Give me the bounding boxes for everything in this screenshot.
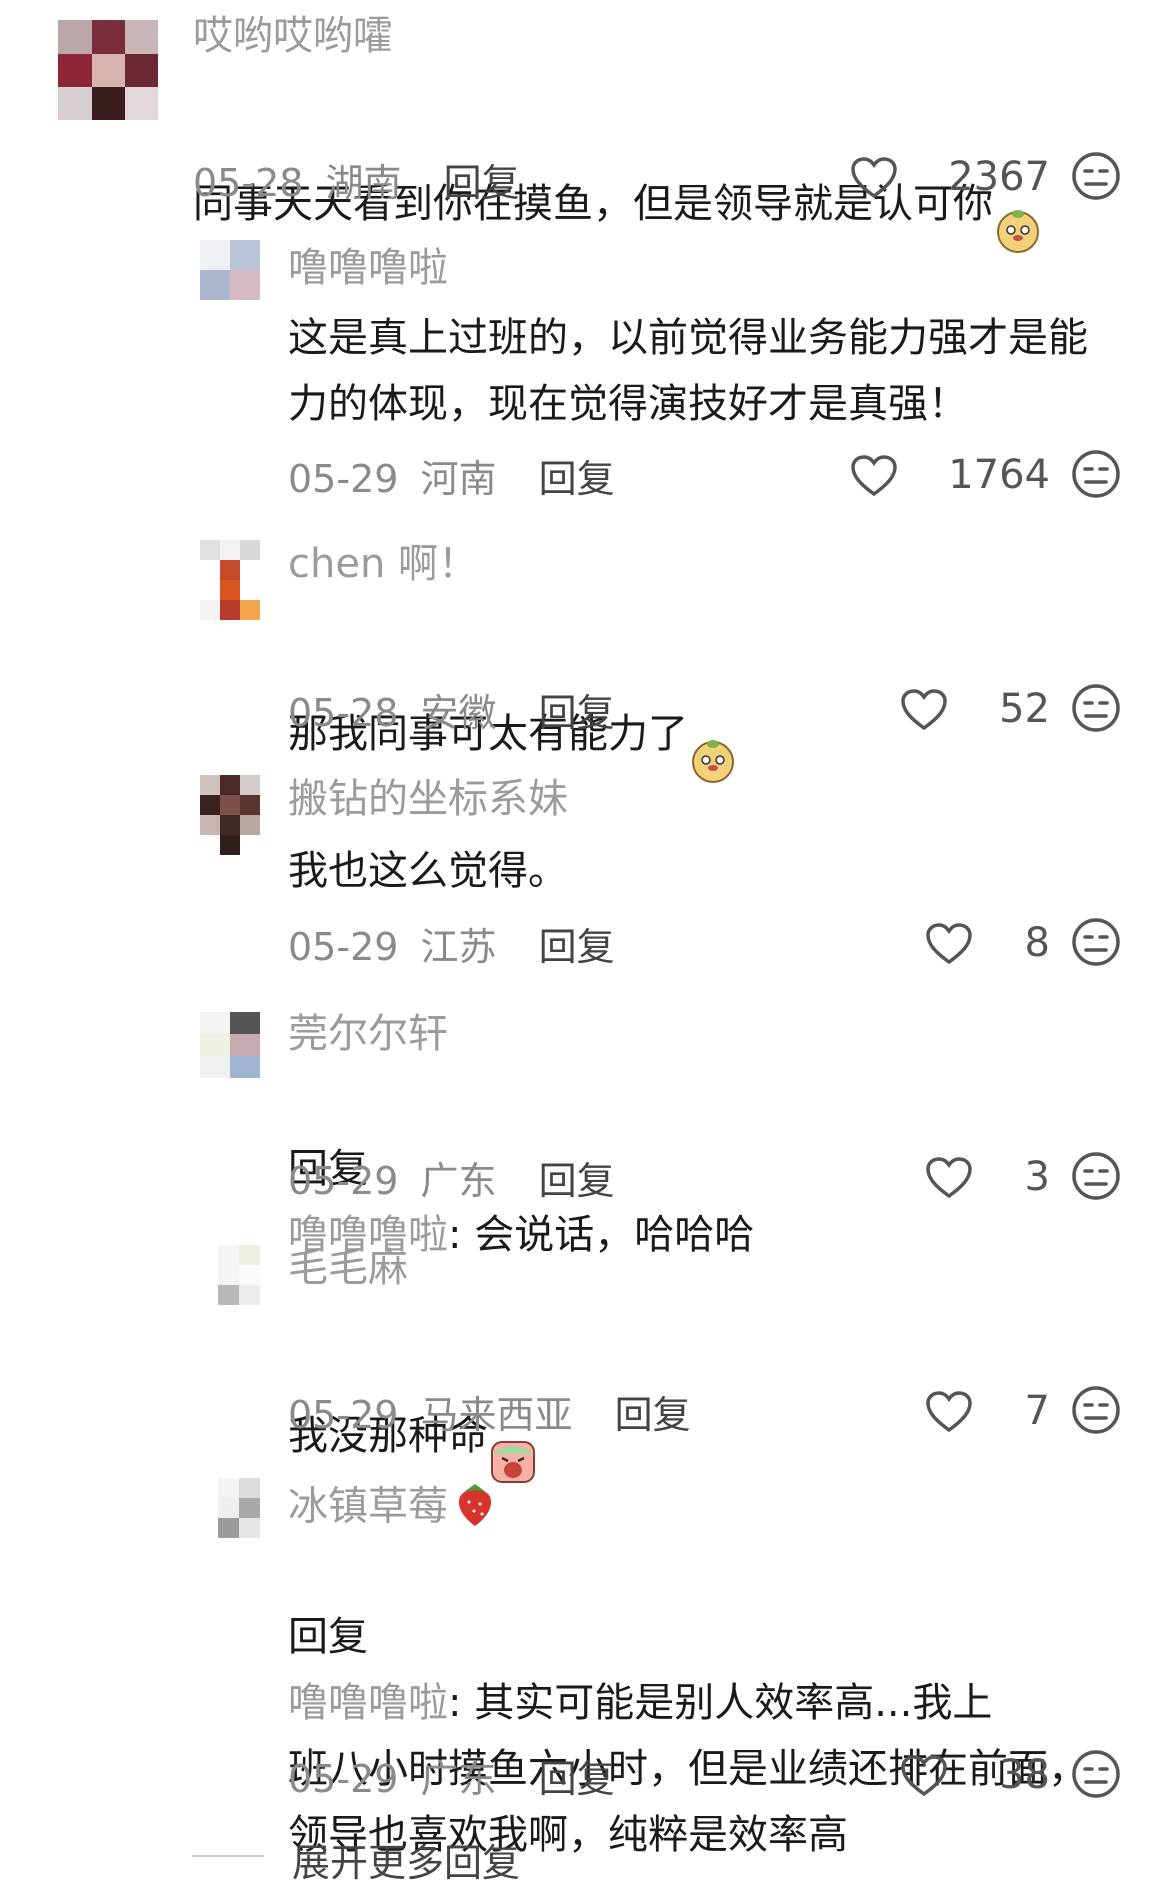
username[interactable]: 噜噜噜啦	[288, 244, 448, 292]
heart-icon	[926, 1157, 972, 1199]
avatar[interactable]	[58, 20, 158, 120]
reply-prefix: 回复	[288, 1614, 368, 1660]
dislike-icon[interactable]	[1070, 1384, 1122, 1436]
like-count: 2367	[948, 154, 1050, 200]
username[interactable]: 莞尔尔轩	[288, 1010, 448, 1058]
reply-button[interactable]: 回复	[539, 925, 615, 969]
comment-date: 05-28	[193, 161, 304, 205]
comment-meta: 05-29 江苏 回复	[288, 916, 615, 971]
like-button[interactable]: 38	[900, 1748, 1050, 1808]
avatar[interactable]	[200, 775, 260, 855]
like-button[interactable]: 7	[925, 1384, 1050, 1444]
dislike-icon[interactable]	[1070, 682, 1122, 734]
expand-more-replies-button[interactable]: 展开更多回复	[292, 1832, 520, 1887]
reply-button[interactable]: 回复	[539, 457, 615, 501]
comment-text: 这是真上过班的，以前觉得业务能力强才是能 力的体现，现在觉得演技好才是真强！	[288, 315, 1088, 427]
like-count: 1764	[948, 452, 1050, 498]
heart-icon	[926, 1391, 972, 1433]
like-count: 52	[999, 686, 1050, 732]
like-button[interactable]: 8	[925, 916, 1050, 976]
username[interactable]: 搬钻的坐标系妹	[288, 775, 568, 823]
heart-icon	[901, 1755, 947, 1797]
comment-date: 05-29	[288, 1757, 399, 1801]
dog-face-emoji	[688, 668, 738, 804]
avatar[interactable]	[200, 240, 260, 300]
comment-date: 05-29	[288, 457, 399, 501]
comment-date: 05-29	[288, 1159, 399, 1203]
comment-meta: 05-28 湖南 回复	[193, 152, 520, 207]
comment-meta: 05-28 安徽 回复	[288, 682, 615, 737]
heart-icon	[851, 157, 897, 199]
comment-date: 05-28	[288, 691, 399, 735]
dislike-icon[interactable]	[1070, 916, 1122, 968]
comment-meta: 05-29 广东 回复	[288, 1150, 615, 1205]
comment-text: 回复 噜噜噜啦: 其实可能是别人效率高...我上 班八小时摸鱼六小时，但是业绩还…	[288, 1614, 1088, 1858]
reply-button[interactable]: 回复	[539, 691, 615, 735]
reply-button[interactable]: 回复	[615, 1393, 691, 1437]
reply-target-user[interactable]: 噜噜噜啦	[288, 1680, 448, 1726]
avatar[interactable]	[218, 1478, 260, 1538]
comment-meta: 05-29 广东 回复	[288, 1748, 615, 1803]
dislike-icon[interactable]	[1070, 448, 1122, 500]
username[interactable]: chen 啊！	[288, 540, 478, 588]
username[interactable]: 毛毛麻	[288, 1244, 408, 1292]
heart-icon	[851, 455, 897, 497]
like-button[interactable]: 2367	[850, 150, 1050, 210]
reply-button[interactable]: 回复	[539, 1757, 615, 1801]
dislike-icon[interactable]	[1070, 1748, 1122, 1800]
dislike-icon[interactable]	[1070, 1150, 1122, 1202]
comment-location: 湖南	[325, 161, 402, 205]
reply-button[interactable]: 回复	[444, 161, 520, 205]
avatar[interactable]	[200, 540, 260, 620]
comment-location: 马来西亚	[420, 1393, 573, 1437]
avatar[interactable]	[200, 1012, 260, 1078]
heart-icon	[926, 923, 972, 965]
like-button[interactable]: 52	[900, 682, 1050, 742]
dislike-icon[interactable]	[1070, 150, 1122, 202]
username[interactable]: 哎哟哎哟嚯	[193, 12, 393, 60]
like-count: 8	[1024, 920, 1050, 966]
comment-meta: 05-29 河南 回复	[288, 448, 615, 503]
comment-text: 我也这么觉得。	[288, 848, 568, 894]
expand-divider	[192, 1855, 264, 1857]
comment-location: 广东	[420, 1757, 497, 1801]
like-button[interactable]: 1764	[850, 448, 1050, 508]
avatar[interactable]	[218, 1245, 260, 1305]
like-count: 3	[1024, 1154, 1050, 1200]
comment-date: 05-29	[288, 1393, 399, 1437]
comment-location: 广东	[420, 1159, 497, 1203]
reply-button[interactable]: 回复	[539, 1159, 615, 1203]
strawberry-emoji	[452, 1478, 498, 1539]
comment-date: 05-29	[288, 925, 399, 969]
username[interactable]: 冰镇草莓	[288, 1478, 498, 1539]
comment-location: 江苏	[420, 925, 497, 969]
comment-location: 安徽	[420, 691, 497, 735]
heart-icon	[901, 689, 947, 731]
like-count: 7	[1024, 1388, 1050, 1434]
comment-location: 河南	[420, 457, 497, 501]
like-button[interactable]: 3	[925, 1150, 1050, 1210]
comment-meta: 05-29 马来西亚 回复	[288, 1384, 691, 1439]
like-count: 38	[999, 1752, 1050, 1798]
